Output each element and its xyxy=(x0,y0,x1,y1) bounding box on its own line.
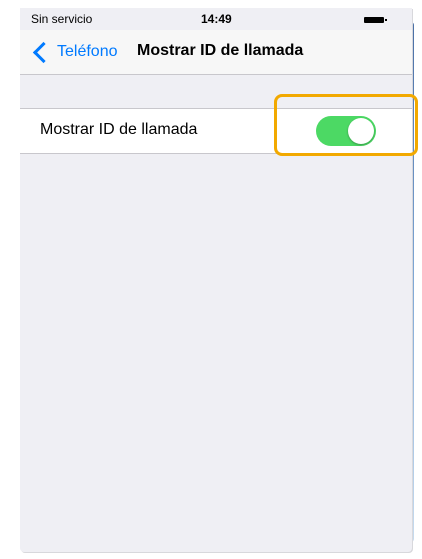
chevron-left-icon xyxy=(32,41,55,63)
back-button-label: Teléfono xyxy=(57,43,118,60)
page-title: Mostrar ID de llamada xyxy=(137,42,304,59)
carrier-label: Sin servicio xyxy=(31,12,93,26)
navigation-bar: Teléfono Mostrar ID de llamada xyxy=(20,30,412,75)
status-time: 14:49 xyxy=(201,12,232,26)
back-button[interactable]: Teléfono xyxy=(30,40,118,64)
highlight-frame xyxy=(274,94,418,156)
status-bar: Sin servicio 14:49 xyxy=(20,8,412,30)
battery-full-icon xyxy=(364,17,387,23)
caller-id-label: Mostrar ID de llamada xyxy=(40,121,198,138)
phone-screen: Sin servicio 14:49 Teléfono Mostrar ID d… xyxy=(20,8,412,552)
